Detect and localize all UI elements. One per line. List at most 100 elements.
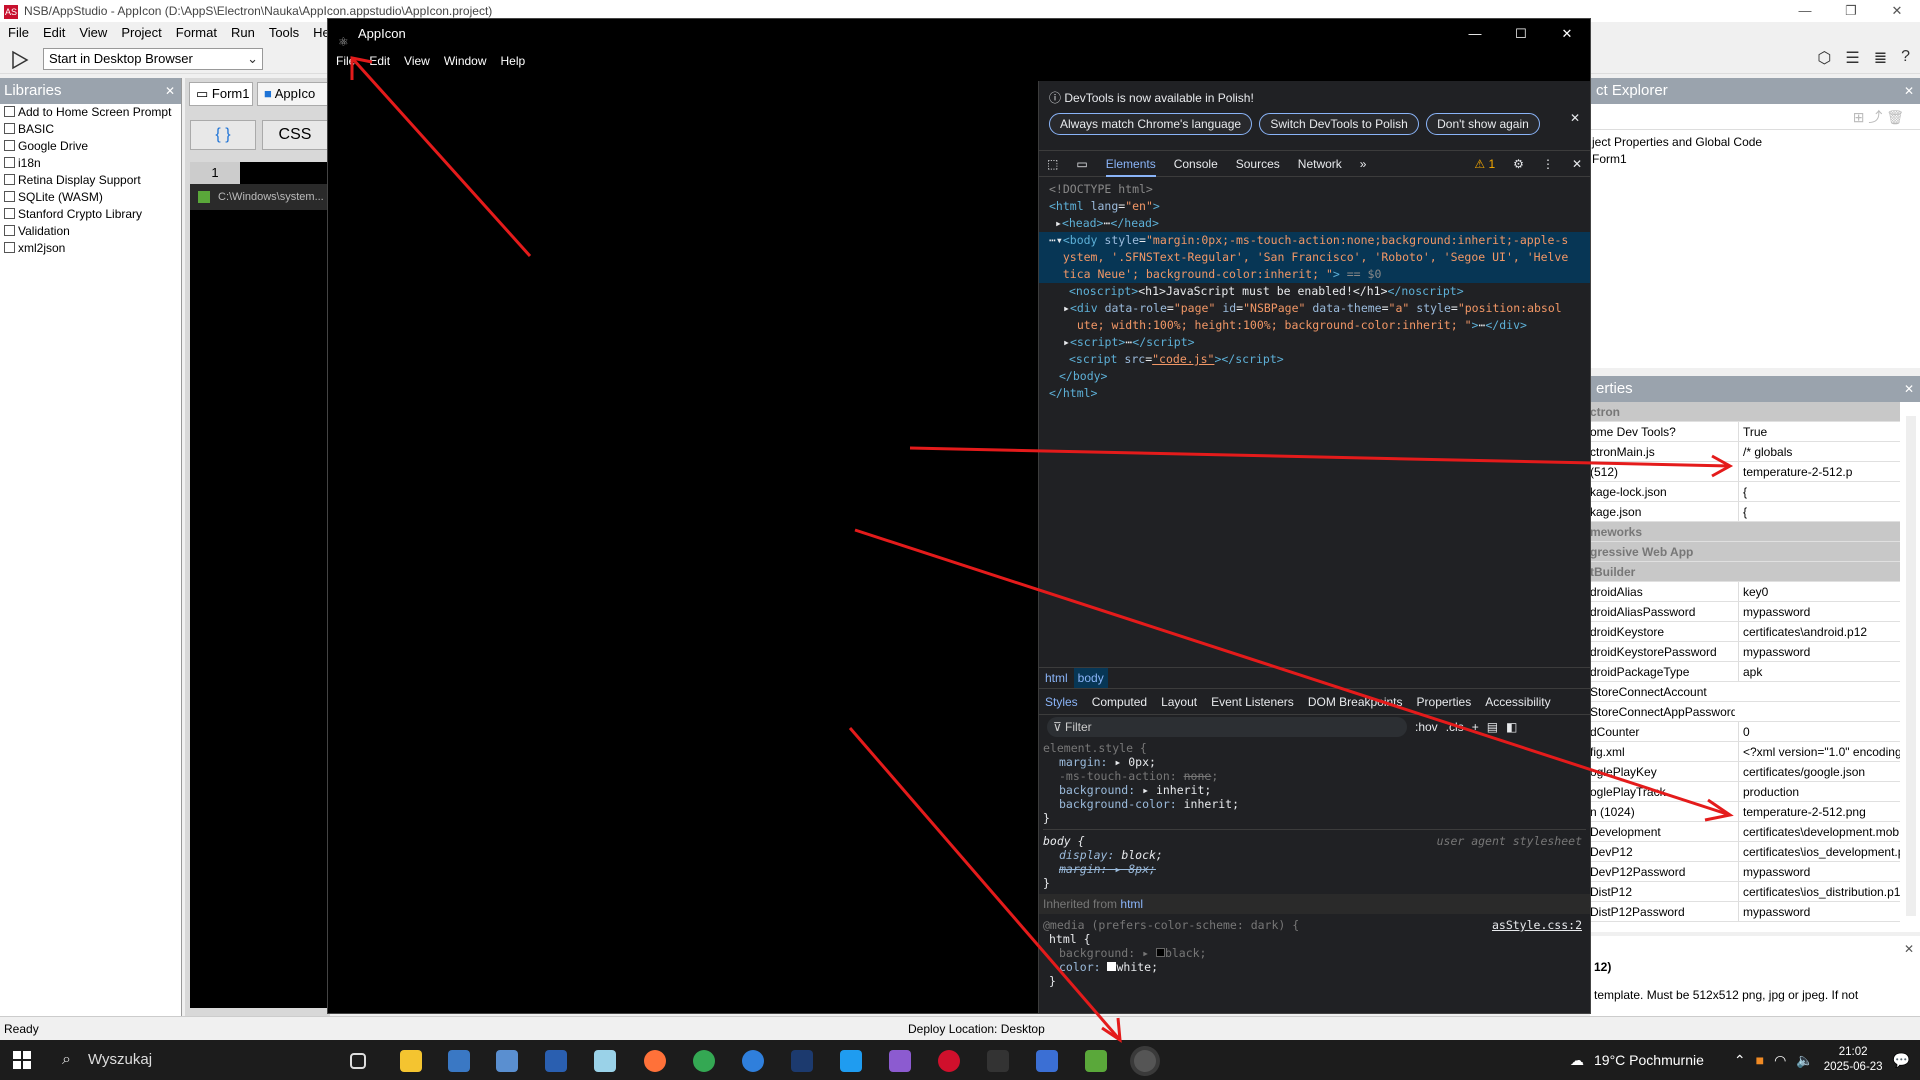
nodejs-icon[interactable]: [1085, 1050, 1107, 1072]
close-icon[interactable]: ✕: [1904, 376, 1914, 402]
dom-node[interactable]: </html>: [1049, 385, 1580, 402]
subtab-computed[interactable]: Computed: [1092, 695, 1147, 709]
property-value[interactable]: <?xml version="1.0" encoding: [1738, 742, 1900, 761]
property-row[interactable]: n (1024) temperature-2-512.png: [1590, 802, 1900, 822]
dom-tree[interactable]: <!DOCTYPE html> <html lang="en"> ▸<head>…: [1039, 177, 1590, 667]
styles-filter-input[interactable]: ⊽ Filter: [1047, 717, 1407, 737]
style-prop[interactable]: margin: ▸ 8px;: [1043, 862, 1586, 876]
more-tabs-icon[interactable]: »: [1360, 157, 1367, 171]
property-row[interactable]: droidKeystore certificates\android.p12: [1590, 622, 1900, 642]
windows-start-icon[interactable]: [12, 1050, 32, 1070]
app-red-icon[interactable]: [938, 1050, 960, 1072]
app-menu-help[interactable]: Help: [501, 49, 526, 73]
weather-text[interactable]: 19°C Pochmurnie: [1594, 1052, 1704, 1068]
property-row[interactable]: StoreConnectAccount: [1590, 682, 1900, 702]
warning-icon[interactable]: ⚠ 1: [1474, 157, 1495, 171]
import-icon[interactable]: ⤴: [1868, 109, 1882, 125]
hov-toggle[interactable]: :hov: [1415, 720, 1438, 734]
property-row[interactable]: oglePlayTrack production: [1590, 782, 1900, 802]
code-editor[interactable]: [190, 162, 330, 1008]
property-value[interactable]: certificates\ios_development.p: [1738, 842, 1900, 861]
app-menu-edit[interactable]: Edit: [369, 49, 390, 73]
tab-console[interactable]: Console: [1174, 157, 1218, 171]
property-value[interactable]: certificates\development.mob: [1738, 822, 1900, 841]
checkbox[interactable]: [4, 208, 15, 219]
property-row[interactable]: DevP12Password mypassword: [1590, 862, 1900, 882]
tab-elements[interactable]: Elements: [1105, 151, 1156, 177]
property-row[interactable]: oglePlayKey certificates/google.json: [1590, 762, 1900, 782]
checkbox[interactable]: [4, 174, 15, 185]
settings-icon[interactable]: ⚙: [1513, 157, 1524, 171]
vscode-icon[interactable]: [840, 1050, 862, 1072]
run-target-select[interactable]: Start in Desktop Browser ⌄: [43, 48, 263, 70]
property-value[interactable]: {: [1738, 502, 1900, 521]
properties-scrollbar[interactable]: [1906, 416, 1916, 916]
checkbox[interactable]: [4, 191, 15, 202]
paint-icon[interactable]: ▤: [1487, 720, 1498, 734]
restore-icon[interactable]: ❐: [1828, 0, 1874, 22]
terminal-icon[interactable]: [987, 1050, 1009, 1072]
dom-node[interactable]: <html lang="en">: [1049, 198, 1580, 215]
library-item[interactable]: Add to Home Screen Prompt: [0, 104, 181, 121]
checkbox[interactable]: [4, 225, 15, 236]
property-value[interactable]: mypassword: [1738, 902, 1900, 921]
property-row[interactable]: tBuilder: [1590, 562, 1900, 582]
inherited-tag[interactable]: html: [1120, 897, 1143, 911]
sidebar-toggle-icon[interactable]: ◧: [1506, 720, 1517, 734]
app-menu-view[interactable]: View: [404, 49, 430, 73]
property-row[interactable]: ome Dev Tools? True: [1590, 422, 1900, 442]
firefox-icon[interactable]: [644, 1050, 666, 1072]
property-row[interactable]: Development certificates\development.mob: [1590, 822, 1900, 842]
switch-polish-button[interactable]: Switch DevTools to Polish: [1259, 113, 1419, 135]
library-item[interactable]: Stanford Crypto Library: [0, 206, 181, 223]
library-item[interactable]: SQLite (WASM): [0, 189, 181, 206]
copy-app-icon[interactable]: [496, 1050, 518, 1072]
menu-edit[interactable]: Edit: [43, 22, 65, 44]
style-prop[interactable]: margin: ▸ 0px;: [1043, 755, 1586, 769]
outline-icon[interactable]: ☰: [1845, 48, 1859, 68]
dom-node[interactable]: ▸<script>⋯</script>: [1049, 334, 1580, 351]
property-row[interactable]: DevP12 certificates\ios_development.p: [1590, 842, 1900, 862]
property-value[interactable]: 0: [1738, 722, 1900, 741]
close-icon[interactable]: ✕: [1874, 0, 1920, 22]
property-value[interactable]: certificates\ios_distribution.p1: [1738, 882, 1900, 901]
dont-show-button[interactable]: Don't show again: [1426, 113, 1540, 135]
close-icon[interactable]: ✕: [1544, 19, 1590, 49]
minimize-icon[interactable]: —: [1452, 19, 1498, 49]
minimize-icon[interactable]: —: [1782, 0, 1828, 22]
property-value[interactable]: certificates\android.p12: [1738, 622, 1900, 641]
tools-icon[interactable]: [1036, 1050, 1058, 1072]
help-icon[interactable]: ?: [1901, 48, 1910, 68]
powershell-icon[interactable]: [545, 1050, 567, 1072]
network-app-icon[interactable]: [448, 1050, 470, 1072]
cls-toggle[interactable]: .cls: [1446, 720, 1464, 734]
style-prop[interactable]: background: ▸ inherit;: [1043, 783, 1586, 797]
thunderbird-icon[interactable]: [742, 1050, 764, 1072]
chrome-icon[interactable]: [693, 1050, 715, 1072]
style-prop[interactable]: -ms-touch-action: none;: [1043, 769, 1586, 783]
dom-node[interactable]: </body>: [1049, 368, 1580, 385]
subtab-layout[interactable]: Layout: [1161, 695, 1197, 709]
library-item[interactable]: i18n: [0, 155, 181, 172]
menu-tools[interactable]: Tools: [269, 22, 299, 44]
volume-icon[interactable]: 🔈: [1796, 1052, 1813, 1069]
dom-node[interactable]: <script src="code.js"></script>: [1049, 351, 1580, 368]
code-view-button[interactable]: { }: [190, 120, 256, 150]
taskbar-search[interactable]: ⌕ Wyszukaj: [58, 1044, 330, 1076]
property-row[interactable]: fig.xml <?xml version="1.0" encoding: [1590, 742, 1900, 762]
crumb-html[interactable]: html: [1045, 668, 1068, 688]
property-row[interactable]: StoreConnectAppPassword: [1590, 702, 1900, 722]
property-row[interactable]: kage-lock.json {: [1590, 482, 1900, 502]
stylesheet-link[interactable]: asStyle.css:2: [1492, 918, 1582, 932]
tab-appicon[interactable]: ■ AppIco: [257, 82, 332, 106]
wifi-icon[interactable]: ◠: [1774, 1052, 1786, 1069]
add-icon[interactable]: ⊞: [1853, 109, 1865, 125]
inspect-icon[interactable]: ⬚: [1047, 157, 1058, 171]
property-row[interactable]: ctronMain.js /* globals: [1590, 442, 1900, 462]
menu-format[interactable]: Format: [176, 22, 217, 44]
dom-node[interactable]: <noscript><h1>JavaScript must be enabled…: [1049, 283, 1580, 300]
task-view-icon[interactable]: [350, 1053, 366, 1069]
close-icon[interactable]: ✕: [165, 78, 175, 104]
run-icon[interactable]: [10, 50, 30, 70]
property-value[interactable]: mypassword: [1738, 642, 1900, 661]
